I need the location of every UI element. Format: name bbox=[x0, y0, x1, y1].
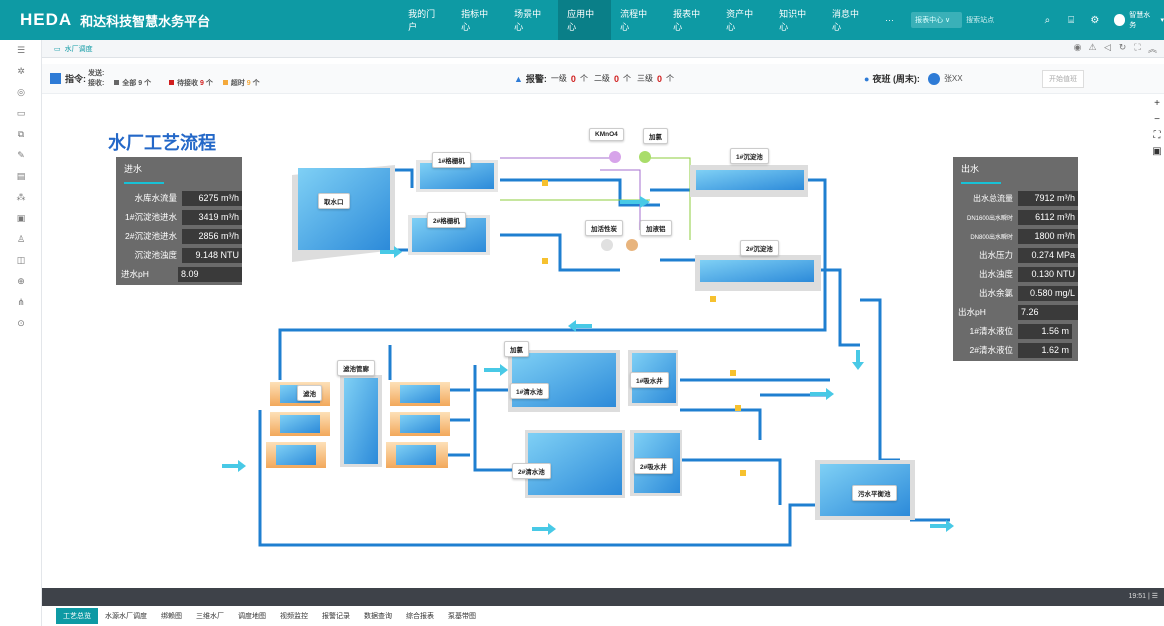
outlet-row-label: 出水压力 bbox=[978, 250, 1013, 260]
inlet-row-label: 1#沉淀池进水 bbox=[125, 212, 177, 222]
inlet-row-value: 2856 m³/h bbox=[182, 228, 242, 244]
bottom-tab-bind-map[interactable]: 绑赖图 bbox=[154, 608, 189, 624]
label-pac[interactable]: 加液铝 bbox=[640, 220, 672, 236]
inlet-row: 2#沉淀池进水 2856 m³/h bbox=[116, 227, 242, 245]
bottom-tab-video[interactable]: 视频监控 bbox=[273, 608, 315, 624]
bottom-tab-overview[interactable]: 工艺总览 bbox=[56, 608, 98, 624]
bottom-tab-reports[interactable]: 综合报表 bbox=[399, 608, 441, 624]
bottom-tab-3d-plant[interactable]: 三维水厂 bbox=[189, 608, 231, 624]
zoom-out-icon[interactable]: − bbox=[1150, 114, 1164, 130]
bottom-tab-pump-chart[interactable]: 泵基带图 bbox=[441, 608, 483, 624]
outlet-row: 出水总流量 7912 m³/h bbox=[953, 189, 1078, 207]
label-filter[interactable]: 滤池 bbox=[297, 385, 322, 401]
label-chlorine[interactable]: 加氯 bbox=[643, 128, 668, 144]
inlet-row-value: 3419 m³/h bbox=[182, 209, 242, 225]
bottom-tab-alarm-log[interactable]: 报警记录 bbox=[315, 608, 357, 624]
label-filter-pipe[interactable]: 滤池管廊 bbox=[337, 360, 375, 376]
inlet-row-label: 水库水流量 bbox=[134, 193, 177, 203]
bottom-tab-data-query[interactable]: 数据查询 bbox=[357, 608, 399, 624]
bottom-tab-dispatch-map[interactable]: 调度地图 bbox=[231, 608, 273, 624]
outlet-row-value: 0.274 MPa bbox=[1018, 247, 1078, 263]
outlet-row-label: 出水pH bbox=[958, 307, 986, 317]
inlet-row-value: 8.09 bbox=[178, 266, 242, 282]
page-title: 水厂工艺流程 bbox=[108, 133, 216, 153]
inlet-row-label: 2#沉淀池进水 bbox=[125, 231, 177, 241]
outlet-panel: 出水 出水总流量 7912 m³/h DN1600出水瞬时 6112 m³/h DN… bbox=[953, 157, 1078, 361]
inlet-row: 1#沉淀池进水 3419 m³/h bbox=[116, 208, 242, 226]
outlet-row-value: 6112 m³/h bbox=[1018, 209, 1078, 225]
outlet-row-value: 1800 m³/h bbox=[1018, 228, 1078, 244]
inlet-panel-header: 进水 bbox=[124, 164, 143, 174]
outlet-row-value: 0.130 NTU bbox=[1018, 266, 1078, 282]
menu-icon[interactable]: | ☰ bbox=[1148, 593, 1158, 600]
label-screen1[interactable]: 1#格栅机 bbox=[432, 152, 471, 168]
outlet-row: 出水浊度 0.130 NTU bbox=[953, 265, 1078, 283]
save-icon[interactable]: ▣ bbox=[1150, 146, 1164, 162]
panel-underline bbox=[124, 182, 164, 184]
outlet-row: 出水pH 7.26 bbox=[953, 303, 1078, 321]
inlet-row: 沉淀池浊度 9.148 NTU bbox=[116, 246, 242, 264]
outlet-row: DN800出水瞬时 1800 m³/h bbox=[953, 227, 1078, 245]
outlet-row: DN1600出水瞬时 6112 m³/h bbox=[953, 208, 1078, 226]
tanks bbox=[266, 151, 915, 520]
outlet-row-label: DN1600出水瞬时 bbox=[966, 215, 1013, 222]
outlet-row-value: 1.56 m bbox=[1018, 323, 1072, 339]
label-suction1[interactable]: 1#吸水井 bbox=[630, 372, 669, 388]
outlet-row-label: 出水总流量 bbox=[973, 193, 1013, 203]
inlet-row-label: 进水pH bbox=[121, 269, 149, 279]
fit-screen-icon[interactable]: ⛶ bbox=[1150, 130, 1164, 146]
outlet-row-value: 1.62 m bbox=[1018, 342, 1072, 358]
outlet-row: 2#清水液位 1.62 m bbox=[953, 341, 1078, 359]
bottom-status-bar: 19:51 | ☰ bbox=[42, 588, 1164, 606]
outlet-row-value: 0.580 mg/L bbox=[1018, 285, 1078, 301]
label-kmno4[interactable]: KMnO4 bbox=[589, 128, 624, 141]
zoom-toolbar: + − ⛶ ▣ bbox=[1150, 98, 1164, 162]
outlet-row-label: 2#清水液位 bbox=[969, 345, 1013, 355]
label-waste[interactable]: 污水平衡池 bbox=[852, 485, 897, 501]
label-carbon[interactable]: 加活性炭 bbox=[585, 220, 623, 236]
outlet-row: 1#清水液位 1.56 m bbox=[953, 322, 1078, 340]
label-intake[interactable]: 取水口 bbox=[318, 193, 350, 209]
outlet-row: 出水余氯 0.580 mg/L bbox=[953, 284, 1078, 302]
label-clear2[interactable]: 2#清水池 bbox=[512, 463, 551, 479]
label-screen2[interactable]: 2#格栅机 bbox=[427, 212, 466, 228]
label-clear1[interactable]: 1#清水池 bbox=[510, 383, 549, 399]
outlet-row-label: 出水浊度 bbox=[978, 269, 1013, 279]
inlet-panel: 进水 水库水流量 6275 m³/h 1#沉淀池进水 3419 m³/h 2#沉淀池… bbox=[116, 157, 242, 285]
outlet-row-label: DN800出水瞬时 bbox=[970, 234, 1013, 241]
clock-time: 19:51 bbox=[1128, 593, 1146, 600]
inlet-row-value: 6275 m³/h bbox=[182, 190, 242, 206]
panel-underline bbox=[961, 182, 1001, 184]
bottom-tabs: 工艺总览 水源水厂调度 绑赖图 三维水厂 调度地图 视频监控 报警记录 数据查询… bbox=[42, 606, 1164, 626]
inlet-row: 进水pH 8.09 bbox=[116, 265, 242, 283]
zoom-in-icon[interactable]: + bbox=[1150, 98, 1164, 114]
inlet-row-label: 沉淀池浊度 bbox=[134, 250, 177, 260]
label-chlor2[interactable]: 加氯 bbox=[504, 341, 529, 357]
outlet-row-label: 1#清水液位 bbox=[969, 326, 1013, 336]
outlet-row-label: 出水余氯 bbox=[978, 288, 1013, 298]
inlet-row: 水库水流量 6275 m³/h bbox=[116, 189, 242, 207]
outlet-panel-header: 出水 bbox=[961, 164, 980, 174]
outlet-row-value: 7912 m³/h bbox=[1018, 190, 1078, 206]
label-suction2[interactable]: 2#吸水井 bbox=[634, 458, 673, 474]
inlet-row-value: 9.148 NTU bbox=[182, 247, 242, 263]
outlet-row: 出水压力 0.274 MPa bbox=[953, 246, 1078, 264]
outlet-row-value: 7.26 bbox=[1018, 304, 1078, 320]
label-settle2[interactable]: 2#沉淀池 bbox=[740, 240, 779, 256]
label-settle1[interactable]: 1#沉淀池 bbox=[730, 148, 769, 164]
bottom-tab-source-dispatch[interactable]: 水源水厂调度 bbox=[98, 608, 154, 624]
